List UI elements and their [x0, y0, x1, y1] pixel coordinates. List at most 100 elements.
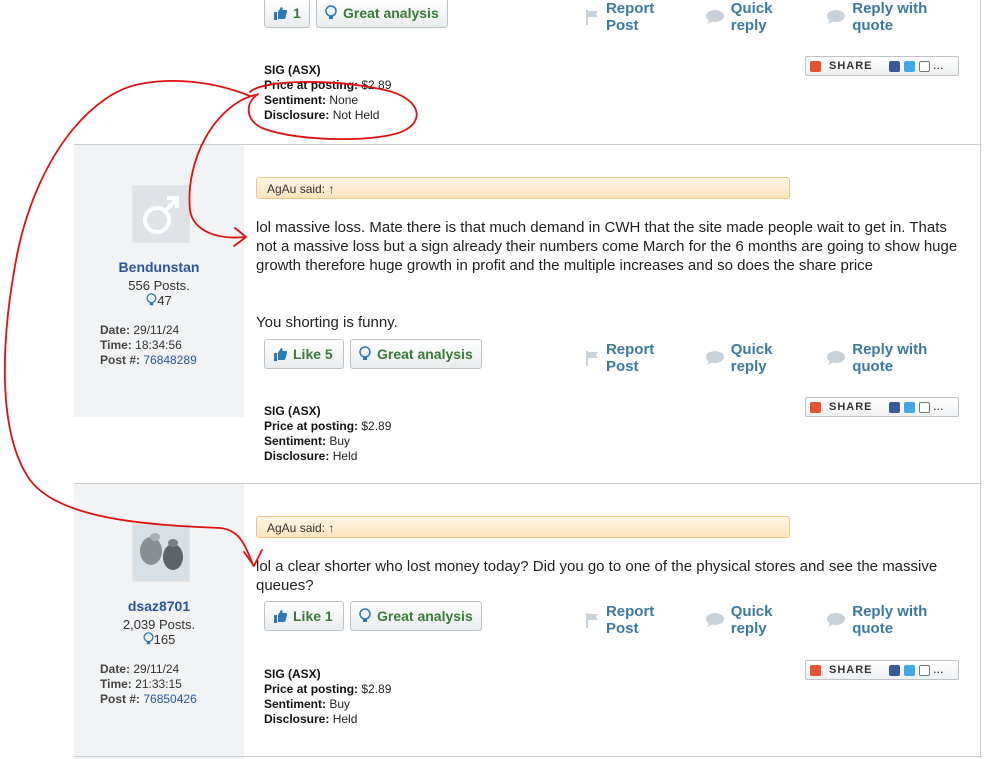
sentiment-value: None	[329, 93, 359, 107]
username[interactable]: dsaz8701	[74, 598, 244, 614]
post-count: 2,039 Posts.	[122, 617, 196, 632]
facebook-icon	[888, 60, 900, 72]
avatar	[132, 185, 190, 243]
reply-with-quote-link[interactable]: Reply with quote	[826, 603, 972, 637]
thread-right-border	[980, 0, 981, 758]
post-date: 29/11/24	[133, 323, 180, 337]
great-analysis-button[interactable]: Great analysis	[316, 0, 448, 28]
like-label: Like 5	[293, 346, 333, 362]
price-value: $2.89	[361, 419, 392, 433]
great-analysis-label: Great analysis	[377, 346, 473, 362]
post-actions: Report Post Quick reply Reply with quote	[584, 341, 982, 375]
like-button[interactable]: 1	[264, 0, 310, 28]
facebook-icon	[888, 664, 900, 676]
speech-bubble-icon	[827, 351, 846, 365]
great-analysis-label: Great analysis	[377, 608, 473, 624]
user-panel: Bendunstan 556 Posts. 47 Date: 29/11/24 …	[74, 145, 244, 417]
sentiment-value: Buy	[329, 434, 351, 448]
user-panel: dsaz8701 2,039 Posts. 165 Date: 29/11/24…	[74, 484, 244, 759]
more-icon: ...	[933, 402, 945, 412]
male-symbol-icon	[143, 196, 179, 234]
username[interactable]: Bendunstan	[74, 259, 244, 275]
post-meta: Date: 29/11/24 Time: 18:34:56 Post #: 76…	[100, 323, 197, 367]
like-button[interactable]: Like 5	[264, 339, 344, 369]
lightbulb-icon	[325, 5, 337, 19]
quick-reply-link[interactable]: Quick reply	[705, 603, 812, 637]
post-number-link[interactable]: 76848289	[143, 353, 196, 367]
quick-reply-link[interactable]: Quick reply	[705, 341, 812, 375]
share-button[interactable]: SHARE ...	[805, 56, 959, 76]
great-analysis-label: Great analysis	[343, 5, 439, 21]
bull-bear-image	[133, 525, 189, 581]
thumbs-up-icon	[274, 348, 287, 361]
great-analysis-button[interactable]: Great analysis	[350, 339, 482, 369]
post-text: lol massive loss. Mate there is that muc…	[256, 219, 958, 274]
like-button[interactable]: Like 1	[264, 601, 344, 631]
ticker: SIG (ASX)	[264, 404, 321, 418]
post-actions: Report Post Quick reply Reply with quote	[584, 0, 982, 34]
post-text-line: You shorting is funny.	[256, 314, 398, 331]
post-text: lol a clear shorter who lost money today…	[256, 558, 938, 594]
speech-bubble-icon	[705, 613, 724, 627]
great-analysis-button[interactable]: Great analysis	[350, 601, 482, 631]
post-dsaz8701: dsaz8701 2,039 Posts. 165 Date: 29/11/24…	[74, 483, 982, 759]
sentiment-value: Buy	[329, 697, 351, 711]
lightbulb-icon	[359, 608, 371, 622]
reply-with-quote-link[interactable]: Reply with quote	[826, 0, 972, 34]
flag-icon	[586, 10, 598, 25]
ticker: SIG (ASX)	[264, 63, 321, 77]
more-icon: ...	[933, 665, 945, 675]
ticker: SIG (ASX)	[264, 667, 321, 681]
post-time: 21:33:15	[135, 677, 182, 691]
mail-icon	[918, 401, 930, 413]
post-number-link[interactable]: 76850426	[143, 692, 196, 706]
price-value: $2.89	[361, 78, 392, 92]
twitter-icon	[903, 60, 915, 72]
twitter-icon	[903, 401, 915, 413]
price-value: $2.89	[361, 682, 392, 696]
more-icon: ...	[933, 61, 945, 71]
share-plus-icon	[810, 401, 821, 413]
quick-reply-link[interactable]: Quick reply	[705, 0, 812, 34]
post-meta: Date: 29/11/24 Time: 21:33:15 Post #: 76…	[100, 662, 197, 706]
disclosure-value: Held	[332, 449, 358, 463]
post-top: 1 Great analysis Report Post Quick reply…	[74, 0, 982, 144]
share-button[interactable]: SHARE ...	[805, 397, 959, 417]
speech-bubble-icon	[827, 10, 846, 24]
post-date: 29/11/24	[133, 662, 180, 676]
disclosure-value: Not Held	[332, 108, 380, 122]
stock-signature: SIG (ASX) Price at posting: $2.89 Sentim…	[264, 667, 392, 726]
thumbs-up-icon	[274, 7, 287, 20]
quote-header[interactable]: AgAu said: ↑	[256, 177, 790, 199]
thread-bottom-border	[74, 756, 982, 757]
lightbulb-icon	[143, 632, 154, 645]
share-button[interactable]: SHARE ...	[805, 660, 959, 680]
quote-header[interactable]: AgAu said: ↑	[256, 516, 790, 538]
report-post-link[interactable]: Report Post	[584, 341, 691, 375]
report-post-link[interactable]: Report Post	[584, 0, 691, 34]
facebook-icon	[888, 401, 900, 413]
likes-received: 47	[74, 293, 244, 308]
mail-icon	[918, 60, 930, 72]
post-bendunstan: Bendunstan 556 Posts. 47 Date: 29/11/24 …	[74, 144, 982, 483]
post-count: 556 Posts.	[128, 278, 190, 293]
like-label: Like 1	[293, 608, 333, 624]
stock-signature: SIG (ASX) Price at posting: $2.89 Sentim…	[264, 63, 392, 122]
like-count: 1	[293, 5, 301, 21]
flag-icon	[586, 351, 598, 366]
flag-icon	[586, 613, 598, 628]
twitter-icon	[903, 664, 915, 676]
lightbulb-icon	[359, 346, 371, 360]
speech-bubble-icon	[827, 613, 846, 627]
report-post-link[interactable]: Report Post	[584, 603, 691, 637]
forum-thread: 1 Great analysis Report Post Quick reply…	[74, 0, 982, 759]
share-plus-icon	[810, 664, 821, 676]
stock-signature: SIG (ASX) Price at posting: $2.89 Sentim…	[264, 404, 392, 463]
disclosure-value: Held	[332, 712, 358, 726]
lightbulb-icon	[146, 293, 157, 306]
likes-received: 165	[74, 632, 244, 647]
speech-bubble-icon	[705, 351, 724, 365]
post-actions: Report Post Quick reply Reply with quote	[584, 603, 982, 637]
avatar	[132, 524, 190, 582]
reply-with-quote-link[interactable]: Reply with quote	[826, 341, 972, 375]
